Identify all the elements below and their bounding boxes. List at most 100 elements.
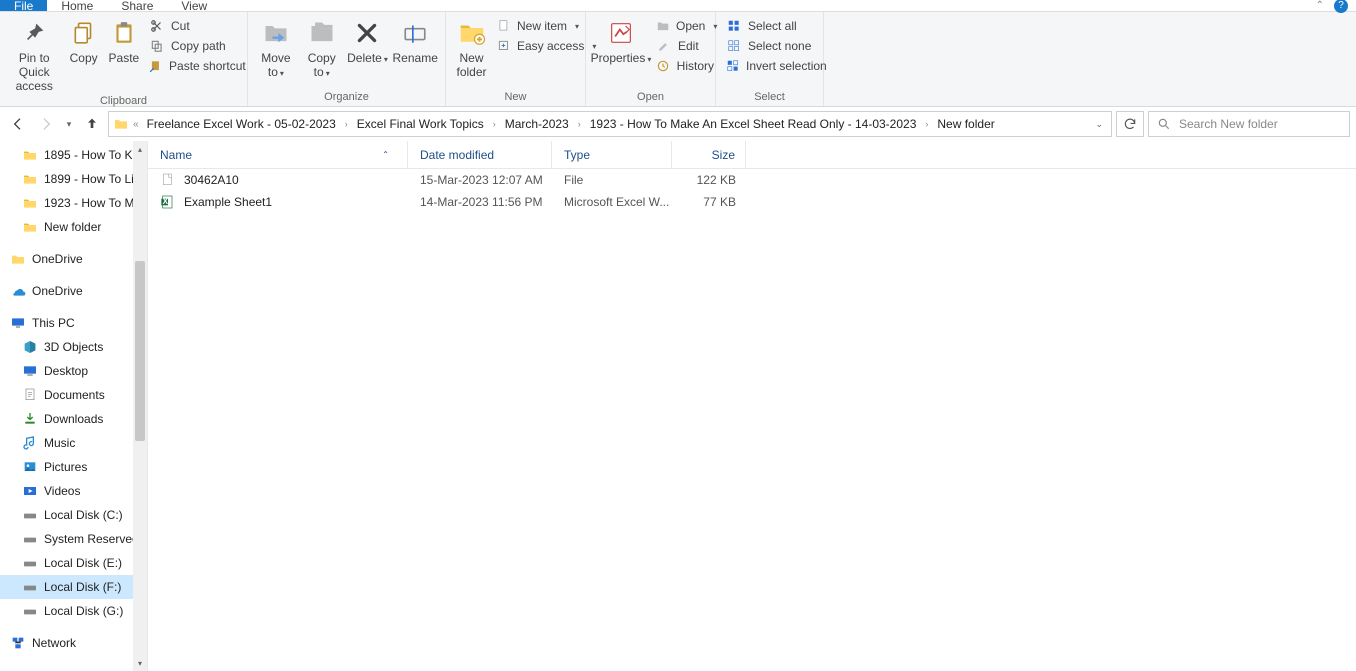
easy-access-button[interactable]: Easy access▾ — [493, 37, 579, 55]
sidebar-item-0[interactable]: 1895 - How To K — [0, 143, 147, 167]
file-icon — [160, 172, 176, 188]
sidebar-item-10[interactable]: Downloads — [0, 407, 147, 431]
sidebar-item-12[interactable]: Pictures — [0, 455, 147, 479]
breadcrumb-4[interactable]: New folder — [933, 117, 998, 131]
delete-button[interactable]: Delete▾ — [346, 15, 390, 89]
sidebar-item-1[interactable]: 1899 - How To Li — [0, 167, 147, 191]
drive-icon — [22, 531, 38, 547]
sidebar-scrollbar[interactable]: ▴ ▾ — [133, 141, 147, 671]
navigation-pane: 1895 - How To K 1899 - How To Li 1923 - Ho… — [0, 141, 148, 671]
group-label-open: Open — [592, 89, 709, 106]
folder-icon — [22, 147, 38, 163]
rename-icon — [399, 17, 431, 49]
paste-shortcut-button[interactable]: Paste shortcut — [145, 57, 241, 75]
folder-icon — [22, 219, 38, 235]
sidebar-item-4[interactable]: OneDrive — [0, 247, 147, 271]
file-size: 122 KB — [672, 173, 746, 187]
move-to-button[interactable]: Move to▾ — [254, 15, 298, 89]
up-button[interactable] — [80, 112, 104, 136]
sidebar-item-label: OneDrive — [32, 252, 83, 266]
select-none-button[interactable]: Select none — [722, 37, 826, 55]
search-box[interactable] — [1148, 111, 1350, 137]
file-date: 15-Mar-2023 12:07 AM — [408, 173, 552, 187]
properties-icon — [605, 17, 637, 49]
sidebar-item-6[interactable]: This PC — [0, 311, 147, 335]
open-button[interactable]: Open▾ — [652, 17, 718, 35]
sidebar-item-11[interactable]: Music — [0, 431, 147, 455]
sidebar-item-label: 1923 - How To M — [44, 196, 135, 210]
sidebar-item-7[interactable]: 3D Objects — [0, 335, 147, 359]
breadcrumb-1[interactable]: Excel Final Work Topics — [353, 117, 488, 131]
forward-button[interactable] — [34, 112, 58, 136]
sidebar-item-label: This PC — [32, 316, 75, 330]
sidebar-item-8[interactable]: Desktop — [0, 359, 147, 383]
sidebar-item-2[interactable]: 1923 - How To M — [0, 191, 147, 215]
downloads-icon — [22, 411, 38, 427]
sidebar-item-label: System Reservec — [44, 532, 138, 546]
search-icon — [1157, 117, 1171, 131]
column-type[interactable]: Type — [552, 141, 672, 168]
scroll-down-icon[interactable]: ▾ — [133, 655, 147, 671]
tab-file[interactable]: File — [0, 0, 47, 11]
refresh-button[interactable] — [1116, 111, 1144, 137]
ribbon: Pin to Quick access Copy Paste Cut Copy … — [0, 12, 1356, 107]
sidebar-item-3[interactable]: New folder — [0, 215, 147, 239]
address-dropdown-icon[interactable]: ⌄ — [1095, 119, 1103, 130]
move-to-icon — [260, 17, 292, 49]
file-row[interactable]: XExample Sheet114-Mar-2023 11:56 PMMicro… — [148, 191, 1356, 213]
folder-icon — [113, 116, 129, 132]
easy-access-icon — [497, 38, 511, 54]
open-icon — [656, 18, 670, 34]
scroll-up-icon[interactable]: ▴ — [133, 141, 147, 157]
copy-button[interactable]: Copy — [64, 15, 102, 93]
select-all-icon — [726, 18, 742, 34]
paste-button[interactable]: Paste — [105, 15, 143, 93]
ribbon-collapse-icon[interactable]: ⌃ — [1316, 0, 1324, 11]
sidebar-item-16[interactable]: Local Disk (E:) — [0, 551, 147, 575]
invert-selection-button[interactable]: Invert selection — [722, 57, 826, 75]
breadcrumb-3[interactable]: 1923 - How To Make An Excel Sheet Read O… — [586, 117, 921, 131]
sidebar-item-18[interactable]: Local Disk (G:) — [0, 599, 147, 623]
cut-button[interactable]: Cut — [145, 17, 241, 35]
sidebar-item-5[interactable]: OneDrive — [0, 279, 147, 303]
thispc-icon — [10, 315, 26, 331]
address-bar[interactable]: « Freelance Excel Work - 05-02-2023› Exc… — [108, 111, 1112, 137]
back-button[interactable] — [6, 112, 30, 136]
copy-path-button[interactable]: Copy path — [145, 37, 241, 55]
breadcrumb-2[interactable]: March-2023 — [501, 117, 573, 131]
select-all-button[interactable]: Select all — [722, 17, 826, 35]
drive-icon — [22, 603, 38, 619]
sidebar-item-label: Downloads — [44, 412, 103, 426]
file-type: Microsoft Excel W... — [552, 195, 672, 209]
paste-shortcut-icon — [149, 58, 163, 74]
edit-button[interactable]: Edit — [652, 37, 718, 55]
sidebar-item-17[interactable]: Local Disk (F:) — [0, 575, 147, 599]
breadcrumb-0[interactable]: Freelance Excel Work - 05-02-2023 — [143, 117, 340, 131]
sidebar-item-19[interactable]: Network — [0, 631, 147, 655]
new-folder-button[interactable]: New folder — [452, 15, 491, 89]
pin-to-quick-access-button[interactable]: Pin to Quick access — [6, 15, 62, 93]
copy-to-button[interactable]: Copy to▾ — [300, 15, 344, 89]
tab-view[interactable]: View — [167, 0, 221, 11]
sidebar-item-15[interactable]: System Reservec — [0, 527, 147, 551]
documents-icon — [22, 387, 38, 403]
tab-home[interactable]: Home — [47, 0, 107, 11]
column-name[interactable]: Name⌃ — [148, 141, 408, 168]
recent-locations-button[interactable]: ▾ — [62, 112, 76, 136]
search-input[interactable] — [1179, 117, 1341, 131]
sidebar-item-9[interactable]: Documents — [0, 383, 147, 407]
sidebar-item-14[interactable]: Local Disk (C:) — [0, 503, 147, 527]
new-item-button[interactable]: New item▾ — [493, 17, 579, 35]
help-icon[interactable]: ? — [1334, 0, 1348, 13]
sidebar-item-13[interactable]: Videos — [0, 479, 147, 503]
scroll-thumb[interactable] — [135, 261, 145, 441]
file-row[interactable]: 30462A1015-Mar-2023 12:07 AMFile122 KB — [148, 169, 1356, 191]
tab-share[interactable]: Share — [107, 0, 167, 11]
invert-selection-icon — [726, 58, 740, 74]
rename-button[interactable]: Rename — [391, 15, 439, 89]
sidebar-item-label: 1899 - How To Li — [44, 172, 134, 186]
history-button[interactable]: History — [652, 57, 718, 75]
column-date-modified[interactable]: Date modified — [408, 141, 552, 168]
properties-button[interactable]: Properties▾ — [592, 15, 650, 89]
column-size[interactable]: Size — [672, 141, 746, 168]
